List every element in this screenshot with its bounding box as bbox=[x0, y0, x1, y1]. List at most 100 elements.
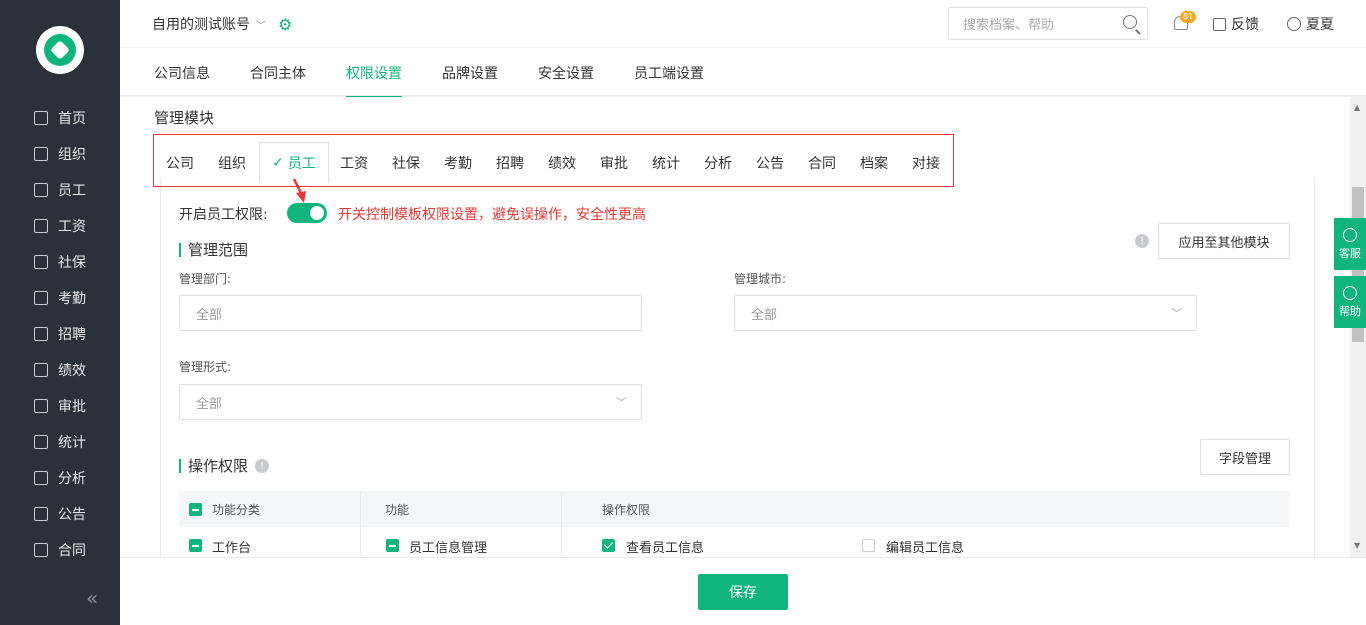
sidebar-item-label: 考勤 bbox=[58, 291, 86, 307]
dept-select[interactable]: 全部 bbox=[179, 295, 642, 331]
info-icon[interactable]: ! bbox=[255, 459, 269, 473]
gear-icon[interactable]: ⚙ bbox=[278, 15, 292, 34]
module-tab-label: 员工 bbox=[287, 155, 316, 172]
dept-label: 管理部门: bbox=[179, 272, 232, 286]
stamp-icon bbox=[34, 399, 48, 413]
save-button[interactable]: 保存 bbox=[698, 574, 788, 610]
tab-security[interactable]: 安全设置 bbox=[538, 63, 594, 83]
module-tab-company[interactable]: 公司 bbox=[166, 153, 194, 173]
category-checkbox[interactable] bbox=[189, 539, 202, 552]
form-value: 全部 bbox=[196, 396, 223, 412]
view-permission-checkbox[interactable] bbox=[602, 539, 615, 552]
headset-icon bbox=[1343, 227, 1357, 242]
customer-service-button[interactable]: 客服 bbox=[1334, 218, 1366, 270]
sidebar-item-social-security[interactable]: 社保 bbox=[0, 244, 120, 280]
sidebar-item-recruit[interactable]: 招聘 bbox=[0, 316, 120, 352]
sidebar-item-home[interactable]: 首页 bbox=[0, 100, 120, 136]
module-tab-recruit[interactable]: 招聘 bbox=[496, 153, 524, 173]
account-switcher[interactable]: 自用的测试账号 ﹀ ⚙ bbox=[152, 14, 292, 34]
module-tabs: 公司 组织 ✓ 员工 工资 社保 考勤 招聘 绩效 审批 统计 分析 公告 合同… bbox=[153, 134, 954, 187]
sidebar-item-salary[interactable]: 工资 bbox=[0, 208, 120, 244]
tab-contract-entity[interactable]: 合同主体 bbox=[250, 63, 306, 83]
table-row: 工作台 员工信息管理 查看员工信息 编辑员工信息 bbox=[179, 527, 1289, 557]
form-label: 管理形式: bbox=[179, 360, 232, 374]
module-tab-archive[interactable]: 档案 bbox=[860, 153, 888, 173]
field-management-button[interactable]: 字段管理 bbox=[1200, 439, 1290, 475]
table-header-category: 功能分类 bbox=[212, 503, 261, 517]
module-tab-statistics[interactable]: 统计 bbox=[652, 153, 680, 173]
sidebar-item-notice[interactable]: 公告 bbox=[0, 496, 120, 532]
sidebar-item-label: 合同 bbox=[58, 543, 86, 559]
sidebar-item-attendance[interactable]: 考勤 bbox=[0, 280, 120, 316]
sidebar-item-contract[interactable]: 合同 bbox=[0, 532, 120, 568]
module-tab-performance[interactable]: 绩效 bbox=[548, 153, 576, 173]
search-placeholder: 搜索档案、帮助 bbox=[963, 18, 1055, 33]
sidebar-item-statistics[interactable]: 统计 bbox=[0, 424, 120, 460]
collapse-sidebar-icon[interactable]: « bbox=[86, 586, 98, 610]
scroll-down-icon[interactable]: ▼ bbox=[1354, 541, 1360, 550]
module-tab-social-security[interactable]: 社保 bbox=[392, 153, 420, 173]
module-tab-contract[interactable]: 合同 bbox=[808, 153, 836, 173]
topbar: 自用的测试账号 ﹀ ⚙ 搜索档案、帮助 81 反馈 夏夏 bbox=[120, 0, 1366, 48]
module-tab-salary[interactable]: 工资 bbox=[340, 153, 368, 173]
edit-icon bbox=[1213, 17, 1226, 31]
account-name: 自用的测试账号 bbox=[152, 17, 250, 33]
form-select[interactable]: 全部 ﹀ bbox=[179, 384, 642, 420]
home-icon bbox=[34, 111, 48, 125]
perm-edit-label: 编辑员工信息 bbox=[886, 541, 965, 556]
sidebar-item-org[interactable]: 组织 bbox=[0, 136, 120, 172]
tab-brand[interactable]: 品牌设置 bbox=[442, 63, 498, 83]
settings-tabs: 公司信息 合同主体 权限设置 品牌设置 安全设置 员工端设置 bbox=[120, 48, 1366, 98]
sidebar-item-employee[interactable]: 员工 bbox=[0, 172, 120, 208]
main-content: 管理模块 公司 组织 ✓ 员工 工资 社保 考勤 招聘 绩效 审批 统计 分析 … bbox=[120, 97, 1350, 557]
user-menu[interactable]: 夏夏 bbox=[1287, 14, 1334, 34]
sidebar-item-label: 分析 bbox=[58, 471, 86, 487]
compass-icon bbox=[1343, 285, 1357, 300]
sidebar-item-label: 招聘 bbox=[58, 327, 86, 343]
app-logo[interactable] bbox=[36, 26, 84, 74]
select-all-checkbox[interactable] bbox=[189, 503, 202, 516]
sidebar-item-label: 社保 bbox=[58, 255, 86, 271]
chevron-down-icon: ﹀ bbox=[1171, 307, 1182, 320]
chevron-down-icon: ﹀ bbox=[256, 20, 266, 32]
sidebar-item-approval[interactable]: 审批 bbox=[0, 388, 120, 424]
perm-view-label: 查看员工信息 bbox=[626, 541, 705, 556]
search-icon[interactable] bbox=[1123, 15, 1137, 29]
tab-permissions[interactable]: 权限设置 bbox=[346, 63, 402, 98]
sidebar-item-label: 绩效 bbox=[58, 363, 86, 379]
module-tab-notice[interactable]: 公告 bbox=[756, 153, 784, 173]
module-tab-org[interactable]: 组织 bbox=[218, 153, 246, 173]
chevron-down-icon: ﹀ bbox=[616, 396, 627, 409]
service-label: 客服 bbox=[1339, 246, 1361, 260]
info-icon[interactable]: ! bbox=[1135, 234, 1149, 248]
row-category: 工作台 bbox=[212, 541, 252, 556]
row-function: 员工信息管理 bbox=[409, 541, 488, 556]
module-tab-employee[interactable]: ✓ 员工 bbox=[259, 142, 329, 182]
tab-employee-portal[interactable]: 员工端设置 bbox=[634, 63, 704, 83]
toggle-knob bbox=[310, 206, 324, 220]
section-title: 管理模块 bbox=[154, 109, 215, 127]
function-checkbox[interactable] bbox=[386, 539, 399, 552]
tab-company-info[interactable]: 公司信息 bbox=[154, 63, 210, 83]
sidebar-item-label: 组织 bbox=[58, 147, 86, 163]
help-button[interactable]: 帮助 bbox=[1334, 276, 1366, 328]
search-input[interactable]: 搜索档案、帮助 bbox=[948, 7, 1148, 40]
module-tab-approval[interactable]: 审批 bbox=[600, 153, 628, 173]
sidebar-item-analysis[interactable]: 分析 bbox=[0, 460, 120, 496]
sidebar-item-label: 首页 bbox=[58, 111, 86, 127]
scroll-up-icon[interactable]: ▲ bbox=[1354, 103, 1360, 112]
employee-permission-toggle[interactable] bbox=[287, 203, 327, 223]
recruit-icon bbox=[34, 327, 48, 341]
module-tab-integration[interactable]: 对接 bbox=[912, 153, 940, 173]
notification-badge: 81 bbox=[1180, 11, 1197, 23]
feedback-button[interactable]: 反馈 bbox=[1213, 14, 1259, 34]
sidebar-item-performance[interactable]: 绩效 bbox=[0, 352, 120, 388]
table-header-permissions: 操作权限 bbox=[602, 503, 651, 517]
feedback-label: 反馈 bbox=[1231, 17, 1259, 33]
module-tab-attendance[interactable]: 考勤 bbox=[444, 153, 472, 173]
module-tab-analysis[interactable]: 分析 bbox=[704, 153, 732, 173]
edit-permission-checkbox[interactable] bbox=[862, 539, 875, 552]
city-select[interactable]: 全部 ﹀ bbox=[734, 295, 1197, 331]
apply-to-other-modules-button[interactable]: 应用至其他模块 bbox=[1158, 223, 1290, 259]
table-header: 功能分类 功能 操作权限 bbox=[179, 491, 1289, 555]
